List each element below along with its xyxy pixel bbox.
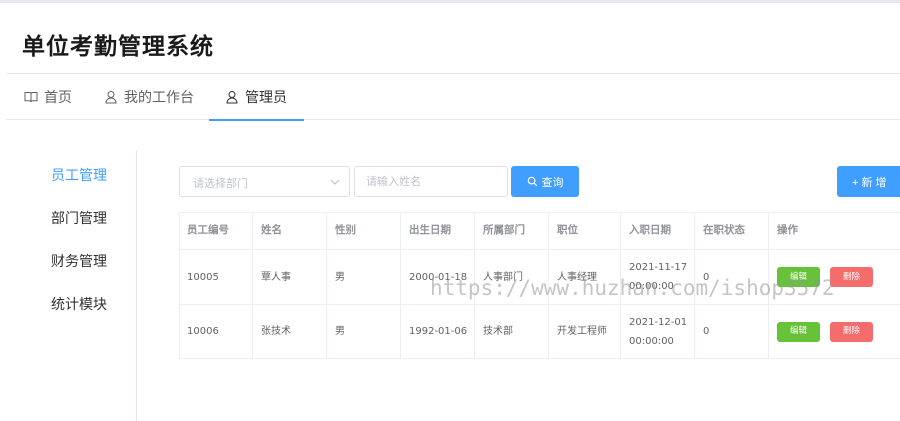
cell-status: 0 bbox=[695, 250, 769, 304]
tab-workbench[interactable]: 我的工作台 bbox=[104, 74, 194, 120]
cell-dept: 技术部 bbox=[475, 305, 549, 358]
cell-gender: 男 bbox=[327, 305, 401, 358]
hire-date: 2021-11-17 bbox=[629, 262, 688, 273]
cell-dept: 人事部门 bbox=[475, 250, 549, 304]
top-border bbox=[0, 0, 900, 3]
search-icon bbox=[527, 176, 537, 187]
app-title: 单位考勤管理系统 bbox=[22, 34, 214, 60]
delete-button[interactable]: 删除 bbox=[830, 321, 873, 342]
hire-time: 00:00:00 bbox=[629, 335, 674, 347]
department-select-placeholder: 请选择部门 bbox=[193, 177, 248, 190]
cell-hire-date: 2021-11-17 00:00:00 bbox=[621, 250, 695, 304]
cell-name: 覃人事 bbox=[253, 250, 327, 304]
cell-hire-date: 2021-12-01 00:00:00 bbox=[621, 305, 695, 358]
book-icon bbox=[24, 92, 38, 103]
cell-position: 人事经理 bbox=[549, 250, 621, 304]
add-button[interactable]: + 新 增 bbox=[837, 166, 900, 197]
col-header: 操作 bbox=[777, 224, 798, 237]
tab-admin[interactable]: 管理员 bbox=[209, 74, 304, 121]
user-icon bbox=[226, 91, 238, 104]
col-header: 所属部门 bbox=[475, 213, 549, 249]
add-button-label: + 新 增 bbox=[852, 176, 887, 189]
col-header: 员工编号 bbox=[179, 213, 253, 249]
cell-status: 0 bbox=[695, 305, 769, 358]
table-row: 10005 覃人事 男 2000-01-18 人事部门 人事经理 2021-11… bbox=[179, 250, 900, 305]
col-header: 出生日期 bbox=[401, 213, 475, 249]
col-header: 职位 bbox=[549, 213, 621, 249]
col-header: 性别 bbox=[327, 213, 401, 249]
table-row: 10006 张技术 男 1992-01-06 技术部 开发工程师 2021-12… bbox=[179, 305, 900, 359]
cell-gender: 男 bbox=[327, 250, 401, 304]
tab-workbench-label: 我的工作台 bbox=[124, 90, 194, 106]
edit-button[interactable]: 编辑 bbox=[777, 267, 820, 287]
edit-button[interactable]: 编辑 bbox=[777, 321, 820, 342]
col-header: 姓名 bbox=[253, 213, 327, 249]
cell-id: 10005 bbox=[179, 250, 253, 304]
top-nav: 首页 我的工作台 管理员 bbox=[6, 74, 900, 121]
cell-birth: 1992-01-06 bbox=[401, 305, 475, 358]
user-icon bbox=[105, 91, 117, 104]
query-button[interactable]: 查询 bbox=[511, 166, 579, 197]
cell-actions: 编辑 删除 bbox=[769, 250, 900, 304]
col-header: 在职状态 bbox=[695, 213, 769, 249]
sidebar-item-finance[interactable]: 财务管理 bbox=[51, 251, 107, 271]
cell-name: 张技术 bbox=[253, 305, 327, 358]
cell-position: 开发工程师 bbox=[549, 305, 621, 358]
table-header: 员工编号 姓名 性别 出生日期 所属部门 职位 入职日期 在职状态 操作 bbox=[179, 213, 900, 250]
col-header: 入职日期 bbox=[621, 213, 695, 249]
tab-admin-label: 管理员 bbox=[245, 90, 287, 106]
tab-home[interactable]: 首页 bbox=[24, 74, 72, 120]
tab-home-label: 首页 bbox=[44, 90, 72, 106]
sidebar-item-statistics[interactable]: 统计模块 bbox=[51, 294, 107, 314]
delete-button[interactable]: 删除 bbox=[830, 267, 873, 287]
hire-date: 2021-12-01 bbox=[629, 316, 688, 328]
employee-table: 员工编号 姓名 性别 出生日期 所属部门 职位 入职日期 在职状态 操作 100… bbox=[179, 212, 900, 359]
sidebar-item-department[interactable]: 部门管理 bbox=[51, 208, 107, 228]
cell-id: 10006 bbox=[179, 305, 253, 358]
chevron-down-icon bbox=[330, 179, 340, 185]
sidebar-item-employee[interactable]: 员工管理 bbox=[51, 165, 107, 185]
sidebar: 员工管理 部门管理 财务管理 统计模块 bbox=[0, 150, 137, 421]
cell-birth: 2000-01-18 bbox=[401, 250, 475, 304]
department-select[interactable]: 请选择部门 bbox=[179, 166, 350, 197]
hire-time: 00:00:00 bbox=[629, 281, 674, 292]
query-button-label: 查询 bbox=[541, 176, 564, 189]
name-input[interactable] bbox=[354, 166, 508, 197]
cell-actions: 编辑 删除 bbox=[769, 305, 900, 358]
